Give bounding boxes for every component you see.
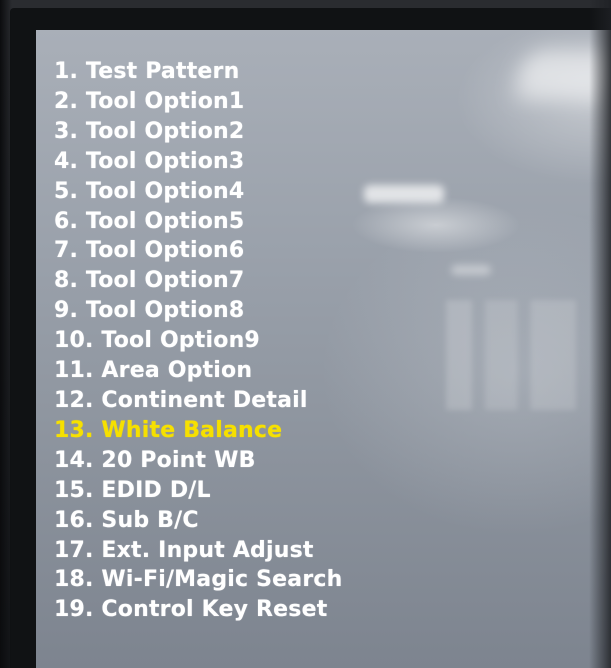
- menu-item-continent-detail[interactable]: 12. Continent Detail: [54, 386, 342, 416]
- menu-item-tool-option6[interactable]: 7. Tool Option6: [54, 236, 342, 266]
- menu-item-tool-option7[interactable]: 8. Tool Option7: [54, 266, 342, 296]
- menu-item-tool-option8[interactable]: 9. Tool Option8: [54, 296, 342, 326]
- menu-item-sub-bc[interactable]: 16. Sub B/C: [54, 506, 342, 536]
- menu-item-test-pattern[interactable]: 1. Test Pattern: [54, 57, 342, 87]
- photo-frame: 1. Test Pattern 2. Tool Option1 3. Tool …: [0, 0, 611, 668]
- tv-screen: 1. Test Pattern 2. Tool Option1 3. Tool …: [36, 30, 611, 668]
- menu-item-tool-option2[interactable]: 3. Tool Option2: [54, 117, 342, 147]
- left-shadow: [0, 0, 12, 668]
- ceiling-light-reflection: [364, 185, 444, 203]
- menu-item-wifi-magic-search[interactable]: 18. Wi-Fi/Magic Search: [54, 565, 342, 595]
- menu-item-area-option[interactable]: 11. Area Option: [54, 356, 342, 386]
- menu-item-ext-input-adjust[interactable]: 17. Ext. Input Adjust: [54, 536, 342, 566]
- menu-item-tool-option5[interactable]: 6. Tool Option5: [54, 207, 342, 237]
- menu-item-white-balance[interactable]: 13. White Balance: [54, 416, 342, 446]
- right-frame-edge: [589, 0, 611, 668]
- menu-item-tool-option3[interactable]: 4. Tool Option3: [54, 147, 342, 177]
- menu-item-20-point-wb[interactable]: 14. 20 Point WB: [54, 446, 342, 476]
- menu-item-tool-option1[interactable]: 2. Tool Option1: [54, 87, 342, 117]
- service-menu: 1. Test Pattern 2. Tool Option1 3. Tool …: [54, 57, 342, 625]
- menu-item-edid-dl[interactable]: 15. EDID D/L: [54, 476, 342, 506]
- menu-item-tool-option9[interactable]: 10. Tool Option9: [54, 326, 342, 356]
- ceiling-light-reflection: [451, 265, 491, 275]
- menu-item-tool-option4[interactable]: 5. Tool Option4: [54, 177, 342, 207]
- menu-item-control-key-reset[interactable]: 19. Control Key Reset: [54, 595, 342, 625]
- window-reflection: [446, 300, 576, 410]
